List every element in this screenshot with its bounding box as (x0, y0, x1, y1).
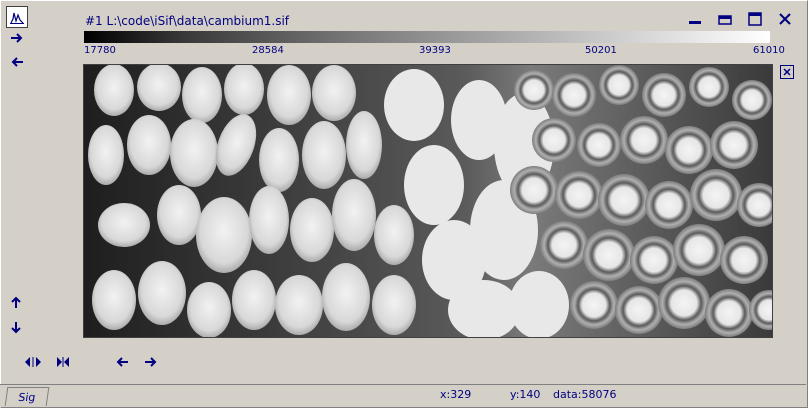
image-close-icon[interactable] (780, 65, 794, 79)
cursor-data-readout: data:58076 (553, 388, 617, 401)
colorbar (84, 31, 770, 43)
expand-horizontal-icon[interactable] (24, 355, 42, 369)
close-icon[interactable] (778, 12, 792, 26)
minimize-icon[interactable] (688, 12, 702, 26)
status-bar: Sig (0, 384, 806, 407)
step-left-arrow-icon[interactable] (114, 355, 130, 369)
pan-up-arrow-icon[interactable] (9, 294, 23, 310)
grayscale-image[interactable] (83, 64, 773, 338)
cell-micrograph (84, 65, 772, 337)
pan-left-arrow-icon[interactable] (9, 55, 25, 69)
cursor-y-readout: y:140 (510, 388, 541, 401)
cursor-x-readout: x:329 (440, 388, 472, 401)
compress-horizontal-icon[interactable] (54, 355, 72, 369)
colorbar-tick-label: 17780 (84, 45, 116, 56)
colorbar-tick-label: 39393 (419, 45, 451, 56)
colorbar-tick-label: 28584 (252, 45, 284, 56)
restore-icon[interactable] (718, 12, 732, 26)
pan-down-arrow-icon[interactable] (9, 320, 23, 336)
maximize-icon[interactable] (748, 12, 762, 26)
pan-right-arrow-icon[interactable] (9, 31, 25, 45)
window-title: #1 L:\code\iSif\data\cambium1.sif (85, 14, 290, 28)
histogram-icon[interactable] (6, 6, 28, 28)
colorbar-tick-label: 50201 (585, 45, 617, 56)
step-right-arrow-icon[interactable] (143, 355, 159, 369)
tab-sig[interactable]: Sig (4, 387, 50, 406)
colorbar-tick-label: 61010 (753, 45, 785, 56)
